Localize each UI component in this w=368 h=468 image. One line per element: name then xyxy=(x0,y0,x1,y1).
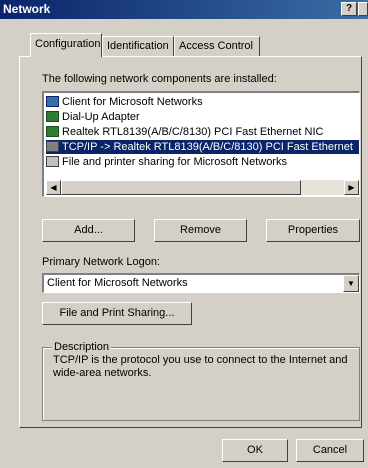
network-adapter-icon xyxy=(46,111,59,122)
list-item[interactable]: Realtek RTL8139(A/B/C/8130) PCI Fast Eth… xyxy=(46,125,359,139)
network-dialog: Network ? Configuration Identification A… xyxy=(0,0,368,468)
add-button[interactable]: Add... xyxy=(42,219,135,242)
file-sharing-icon xyxy=(46,156,59,167)
help-button[interactable]: ? xyxy=(341,2,357,16)
file-print-sharing-button[interactable]: File and Print Sharing... xyxy=(42,302,192,325)
remove-button[interactable]: Remove xyxy=(154,219,247,242)
ok-button[interactable]: OK xyxy=(222,439,288,462)
list-item[interactable]: Dial-Up Adapter xyxy=(46,110,359,124)
primary-logon-label: Primary Network Logon: xyxy=(42,256,160,268)
description-legend: Description xyxy=(52,341,112,353)
description-text: TCP/IP is the protocol you use to connec… xyxy=(53,354,348,379)
components-header: The following network components are ins… xyxy=(42,73,277,85)
scroll-right-button[interactable]: ▶ xyxy=(344,180,359,195)
tab-access-control[interactable]: Access Control xyxy=(174,36,260,56)
list-item[interactable]: Client for Microsoft Networks xyxy=(46,95,359,109)
components-list[interactable]: Client for Microsoft Networks Dial-Up Ad… xyxy=(42,91,360,197)
list-item-selected[interactable]: TCP/IP -> Realtek RTL8139(A/B/C/8130) PC… xyxy=(46,140,359,154)
protocol-icon xyxy=(46,141,59,152)
title-bar[interactable]: Network ? xyxy=(0,0,368,19)
list-item[interactable]: File and printer sharing for Microsoft N… xyxy=(46,155,359,169)
scroll-thumb[interactable] xyxy=(61,180,301,195)
cancel-button[interactable]: Cancel xyxy=(296,439,364,462)
window-title: Network xyxy=(3,2,51,16)
tab-identification[interactable]: Identification xyxy=(102,36,174,56)
network-adapter-icon xyxy=(46,126,59,137)
scroll-left-button[interactable]: ◀ xyxy=(46,180,61,195)
primary-logon-select[interactable]: Client for Microsoft Networks ▼ xyxy=(42,273,360,293)
horizontal-scrollbar[interactable]: ◀ ▶ xyxy=(46,180,359,195)
dropdown-button[interactable]: ▼ xyxy=(343,275,359,292)
network-client-icon xyxy=(46,96,59,107)
close-button[interactable] xyxy=(358,2,368,16)
chevron-down-icon: ▼ xyxy=(347,279,355,288)
arrow-right-icon: ▶ xyxy=(348,183,355,192)
properties-button[interactable]: Properties xyxy=(266,219,360,242)
tab-configuration[interactable]: Configuration xyxy=(30,33,102,57)
arrow-left-icon: ◀ xyxy=(50,183,57,192)
